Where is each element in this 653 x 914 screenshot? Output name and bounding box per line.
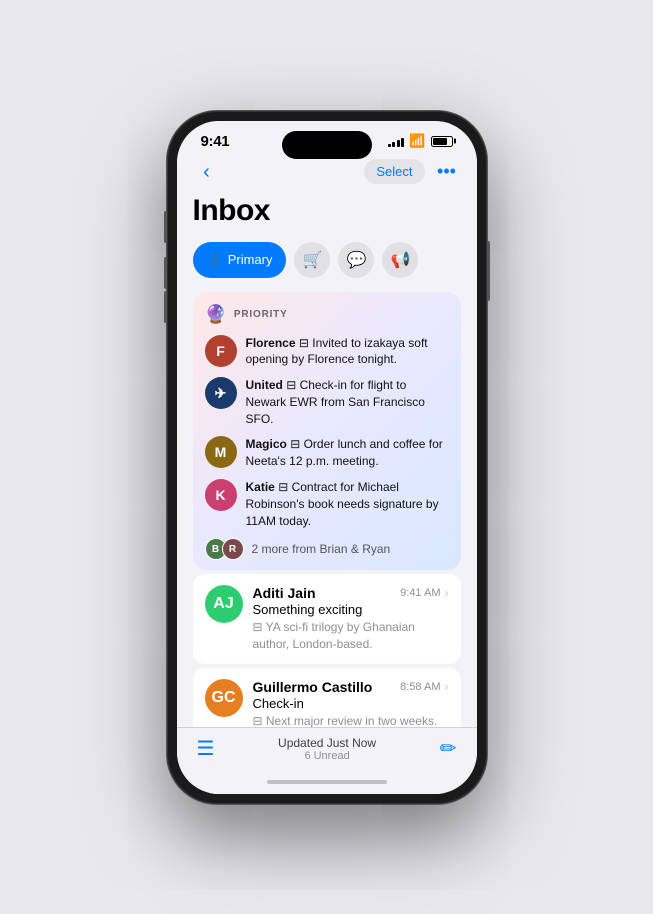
mail-body-aditi: Aditi Jain 9:41 AM › Something exciting … <box>253 585 449 653</box>
top-nav: ‹ Select ••• <box>177 154 477 194</box>
tab-row: 👤 Primary 🛒 💬 📢 <box>193 242 461 278</box>
priority-item-united[interactable]: ✈ United ⊟ Check-in for flight to Newark… <box>205 377 449 427</box>
subject-aditi: Something exciting <box>253 602 449 617</box>
home-indicator <box>177 774 477 794</box>
avatar-united: ✈ <box>205 377 237 409</box>
priority-emoji: 🔮 <box>205 304 227 325</box>
sender-katie: Katie <box>246 480 275 494</box>
priority-header: 🔮 PRIORITY <box>205 304 449 325</box>
ellipsis-icon: ••• <box>437 161 456 182</box>
priority-text-magico: Magico ⊟ Order lunch and coffee for Neet… <box>246 436 449 470</box>
battery-fill <box>433 138 447 145</box>
chevron-right-icon-aditi: › <box>445 586 449 600</box>
mail-header-aditi: Aditi Jain 9:41 AM › <box>253 585 449 601</box>
signal-bars-icon <box>388 136 405 147</box>
tab-primary[interactable]: 👤 Primary <box>193 242 287 278</box>
select-button[interactable]: Select <box>364 159 424 184</box>
guillermo-preview-text: Next major review in two weeks. Schedule… <box>253 714 444 726</box>
back-chevron-icon: ‹ <box>203 162 210 182</box>
more-row[interactable]: B R 2 more from Brian & Ryan <box>205 538 449 560</box>
unread-text: 6 Unread <box>278 750 376 762</box>
signal-bar-4 <box>401 138 404 147</box>
updated-text: Updated Just Now <box>278 736 376 750</box>
mail-body-guillermo: Guillermo Castillo 8:58 AM › Check-in ⊟ … <box>253 679 449 726</box>
more-text: 2 more from Brian & Ryan <box>252 542 391 556</box>
priority-item-katie[interactable]: K Katie ⊟ Contract for Michael Robinson'… <box>205 479 449 529</box>
mail-time-row-aditi: 9:41 AM › <box>400 586 448 600</box>
mail-time-row-guillermo: 8:58 AM › <box>400 680 448 694</box>
status-bar: 9:41 📶 <box>177 121 477 154</box>
more-avatar-ryan: R <box>222 538 244 560</box>
mail-item-guillermo[interactable]: GC Guillermo Castillo 8:58 AM › Check-in… <box>193 668 461 726</box>
shopping-icon: 🛒 <box>303 250 323 270</box>
status-time: 9:41 <box>201 133 230 150</box>
mail-header-guillermo: Guillermo Castillo 8:58 AM › <box>253 679 449 695</box>
priority-item-magico[interactable]: M Magico ⊟ Order lunch and coffee for Ne… <box>205 436 449 470</box>
siri-suggestion-icon: ⊟ <box>299 336 312 350</box>
mailboxes-icon[interactable]: ☰ <box>197 736 215 761</box>
siri-guillermo-icon: ⊟ <box>253 714 266 726</box>
avatar-magico: M <box>205 436 237 468</box>
preview-aditi: ⊟ YA sci-fi trilogy by Ghanaian author, … <box>253 619 449 653</box>
more-button[interactable]: ••• <box>433 158 461 186</box>
mail-content[interactable]: Inbox 👤 Primary 🛒 💬 📢 <box>177 194 477 727</box>
mail-time-guillermo: 8:58 AM <box>400 681 440 693</box>
avatar-aditi: AJ <box>205 585 243 623</box>
sender-magico: Magico <box>246 437 287 451</box>
battery-icon <box>431 136 453 147</box>
priority-text-florence: Florence ⊟ Invited to izakaya soft openi… <box>246 335 449 369</box>
aditi-preview-text: YA sci-fi trilogy by Ghanaian author, Lo… <box>253 620 415 651</box>
signal-bar-3 <box>397 140 400 147</box>
siri-magico-icon: ⊟ <box>290 437 303 451</box>
avatar-guillermo: GC <box>205 679 243 717</box>
sender-aditi: Aditi Jain <box>253 585 316 601</box>
bottom-center: Updated Just Now 6 Unread <box>278 736 376 762</box>
tab-promotions[interactable]: 💬 <box>338 242 374 278</box>
priority-card: 🔮 PRIORITY F Florence ⊟ Invited to izaka… <box>193 292 461 571</box>
siri-katie-icon: ⊟ <box>278 480 291 494</box>
chevron-right-icon-guillermo: › <box>445 680 449 694</box>
dynamic-island <box>282 131 372 159</box>
siri-aditi-icon: ⊟ <box>253 620 266 634</box>
priority-text-katie: Katie ⊟ Contract for Michael Robinson's … <box>246 479 449 529</box>
subject-guillermo: Check-in <box>253 696 449 711</box>
siri-united-icon: ⊟ <box>286 378 299 392</box>
home-bar <box>267 780 387 784</box>
sender-guillermo: Guillermo Castillo <box>253 679 373 695</box>
mail-time-aditi: 9:41 AM <box>400 587 440 599</box>
person-icon: 👤 <box>207 252 223 268</box>
priority-item-florence[interactable]: F Florence ⊟ Invited to izakaya soft ope… <box>205 335 449 369</box>
nav-right: Select ••• <box>364 158 460 186</box>
priority-text-united: United ⊟ Check-in for flight to Newark E… <box>246 377 449 427</box>
sender-florence: Florence <box>246 336 296 350</box>
chat-icon: 💬 <box>347 250 367 270</box>
inbox-title: Inbox <box>193 194 461 228</box>
back-button[interactable]: ‹ <box>193 158 221 186</box>
megaphone-icon: 📢 <box>391 250 411 270</box>
avatar-florence: F <box>205 335 237 367</box>
compose-icon[interactable]: ✏ <box>440 736 457 761</box>
tab-shopping[interactable]: 🛒 <box>294 242 330 278</box>
mail-item-aditi[interactable]: AJ Aditi Jain 9:41 AM › Something exciti… <box>193 574 461 664</box>
phone-screen: 9:41 📶 ‹ Select <box>177 121 477 794</box>
priority-label: PRIORITY <box>234 309 288 320</box>
signal-bar-1 <box>388 144 391 147</box>
signal-bar-2 <box>392 142 395 147</box>
status-icons: 📶 <box>388 133 453 149</box>
bottom-bar: ☰ Updated Just Now 6 Unread ✏ <box>177 727 477 774</box>
phone-frame: 9:41 📶 ‹ Select <box>167 111 487 804</box>
primary-tab-label: Primary <box>228 252 273 267</box>
preview-guillermo: ⊟ Next major review in two weeks. Schedu… <box>253 713 449 726</box>
more-avatars: B R <box>205 538 244 560</box>
avatar-katie: K <box>205 479 237 511</box>
katie-preview: Contract for Michael Robinson's book nee… <box>246 480 439 528</box>
sender-united: United <box>246 378 283 392</box>
tab-announcements[interactable]: 📢 <box>382 242 418 278</box>
wifi-icon: 📶 <box>409 133 425 149</box>
